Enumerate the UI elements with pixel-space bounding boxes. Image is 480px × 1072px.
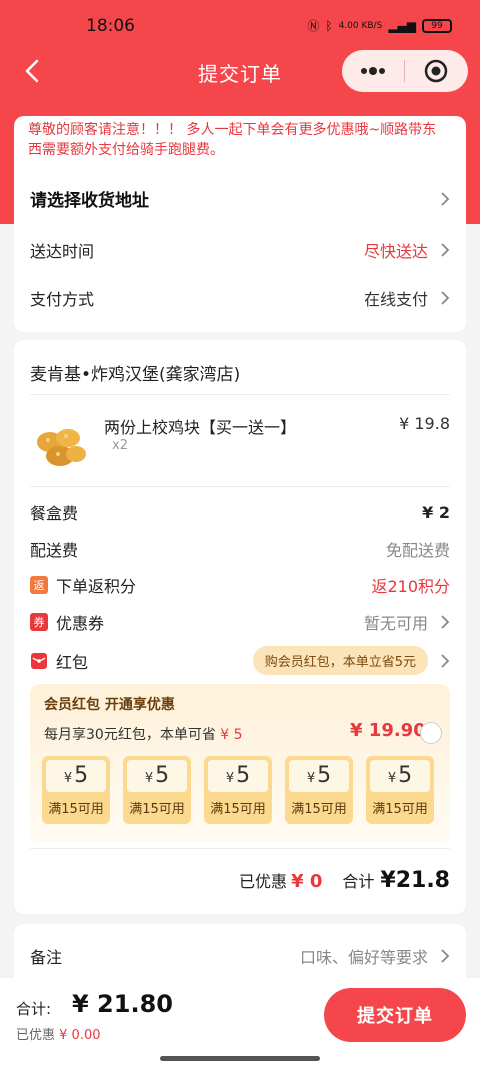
- item-name: 两份上校鸡块【买一送一】: [104, 418, 297, 437]
- delivery-fee-value: 免配送费: [385, 541, 450, 560]
- points-label: 下单返积分: [56, 577, 137, 596]
- coupon-amount: 5: [317, 763, 332, 788]
- divider: [30, 394, 450, 395]
- item-price: ¥ 19.8: [399, 414, 450, 433]
- submit-order-button[interactable]: 提交订单: [324, 988, 466, 1042]
- coupon-value: 暂无可用: [363, 614, 428, 633]
- chevron-right-icon: [441, 191, 450, 206]
- remark-placeholder: 口味、偏好等要求: [299, 948, 428, 967]
- member-subtitle: 每月享30元红包，本单可省 ¥ 5: [44, 724, 243, 744]
- address-label: 请选择收货地址: [30, 191, 149, 211]
- coupon-amount: 5: [74, 763, 89, 788]
- delivery-time-label: 送达时间: [30, 242, 95, 261]
- red-packet-icon: [31, 652, 47, 669]
- member-coupon: ¥5 满15可用: [204, 756, 272, 824]
- coupon-currency: ¥: [387, 771, 397, 786]
- chevron-right-icon: [441, 653, 450, 668]
- item-qty: x2: [112, 438, 128, 453]
- chevron-right-icon: [441, 243, 450, 257]
- notice-text: 尊敬的顾客请注意！！！ 多人一起下单会有更多优惠哦~顺路带东西需要额外支付给骑手…: [28, 122, 437, 158]
- payment-row[interactable]: 支付方式 在线支付: [30, 286, 450, 310]
- mini-program-capsule: [342, 50, 468, 92]
- chevron-right-icon: [441, 949, 450, 963]
- signal-icon: ▂▄▆: [388, 18, 416, 33]
- member-title: 会员红包 开通享优惠: [44, 697, 175, 713]
- coupon-amount: 5: [155, 763, 170, 788]
- coupon-condition: 满15可用: [48, 802, 104, 817]
- discount-label: 已优惠: [239, 872, 288, 891]
- delivery-fee-label: 配送费: [30, 541, 79, 560]
- total-value: ¥21.8: [380, 868, 450, 893]
- box-fee-row: 餐盒费 ¥ 2: [30, 500, 450, 524]
- bluetooth-icon: ᛒ: [325, 18, 333, 33]
- total-label: 合计: [342, 872, 375, 891]
- coupon-currency: ¥: [225, 771, 235, 786]
- order-summary: 已优惠 ¥ 0 合计 ¥21.8: [239, 868, 450, 893]
- remark-label: 备注: [30, 948, 63, 967]
- member-subtitle-text: 每月享30元红包，本单可省: [44, 727, 216, 743]
- chevron-right-icon: [441, 291, 450, 305]
- member-redpacket-box: 会员红包 开通享优惠 每月享30元红包，本单可省 ¥ 5 ¥ 19.90 ¥5 …: [30, 684, 450, 842]
- coupon-label: 优惠券: [56, 614, 105, 633]
- payment-value: 在线支付: [363, 290, 428, 309]
- coupon-condition: 满15可用: [210, 802, 266, 817]
- bottom-total-label: 合计:: [16, 1000, 52, 1018]
- bottom-bar: 合计: ¥ 21.80 已优惠 ¥ 0.00 提交订单: [0, 978, 480, 1072]
- coupon-currency: ¥: [63, 771, 73, 786]
- coupon-condition: 满15可用: [291, 802, 347, 817]
- delivery-time-row[interactable]: 送达时间 尽快送达: [30, 238, 450, 262]
- points-value: 返210积分: [371, 577, 450, 596]
- bottom-total-value: ¥ 21.80: [72, 990, 173, 1018]
- home-indicator[interactable]: [160, 1056, 320, 1061]
- bottom-discount: 已优惠 ¥ 0.00: [16, 1024, 101, 1043]
- member-coupon: ¥5 满15可用: [123, 756, 191, 824]
- discount-value: ¥ 0: [291, 871, 323, 892]
- net-speed: 4.00 KB/S: [338, 20, 383, 31]
- bottom-discount-label: 已优惠: [16, 1028, 56, 1043]
- redpacket-label: 红包: [56, 652, 89, 672]
- points-row: 返 下单返积分 返210积分: [30, 573, 450, 597]
- nav-bar: 提交订单: [0, 50, 480, 92]
- redpacket-promo-pill[interactable]: 购会员红包，本单立省5元: [252, 646, 428, 675]
- member-coupon: ¥5 满15可用: [42, 756, 110, 824]
- chicken-nuggets-image: [37, 429, 86, 466]
- status-bar: 18:06 Ⓝ ᛒ 4.00 KB/S ▂▄▆ 99: [0, 0, 480, 52]
- member-price: ¥ 19.90: [350, 720, 426, 741]
- redpacket-row[interactable]: 红包 购会员红包，本单立省5元: [30, 646, 450, 675]
- coupon-amount: 5: [236, 763, 251, 788]
- divider: [30, 486, 450, 487]
- member-coupon: ¥5 满15可用: [366, 756, 434, 824]
- delivery-fee-row: 配送费 免配送费: [30, 537, 450, 561]
- status-time: 18:06: [86, 16, 135, 36]
- member-select-radio[interactable]: [420, 722, 442, 744]
- more-icon[interactable]: [342, 66, 404, 76]
- box-fee-label: 餐盒费: [30, 504, 79, 523]
- coupon-condition: 满15可用: [129, 802, 185, 817]
- coupon-row[interactable]: 券 优惠券 暂无可用: [30, 610, 450, 634]
- order-card: 麦肯基•炸鸡汉堡(龚家湾店) 两份上校鸡块【买一送一】 x2 ¥ 19.8 餐盒…: [14, 340, 466, 914]
- bottom-discount-value: ¥ 0.00: [59, 1028, 101, 1043]
- coupon-icon: 券: [30, 613, 48, 631]
- coupon-currency: ¥: [144, 771, 154, 786]
- points-icon: 返: [30, 576, 48, 594]
- nfc-icon: Ⓝ: [307, 19, 320, 33]
- status-icons: Ⓝ ᛒ 4.00 KB/S ▂▄▆ 99: [307, 17, 452, 34]
- coupon-currency: ¥: [306, 771, 316, 786]
- delivery-time-value: 尽快送达: [363, 242, 428, 261]
- member-coupon: ¥5 满15可用: [285, 756, 353, 824]
- store-name: 麦肯基•炸鸡汉堡(龚家湾店): [30, 365, 241, 385]
- member-save-amount: ¥ 5: [220, 727, 243, 743]
- remark-row[interactable]: 备注 口味、偏好等要求: [30, 944, 450, 968]
- address-card: 尊敬的顾客请注意！！！ 多人一起下单会有更多优惠哦~顺路带东西需要额外支付给骑手…: [14, 116, 466, 332]
- battery-icon: 99: [422, 18, 452, 33]
- address-row[interactable]: 请选择收货地址: [30, 186, 450, 211]
- chevron-right-icon: [441, 615, 450, 629]
- box-fee-value: ¥ 2: [422, 502, 450, 522]
- divider: [30, 848, 450, 849]
- close-target-icon[interactable]: [405, 58, 467, 84]
- coupon-condition: 满15可用: [372, 802, 428, 817]
- coupon-amount: 5: [398, 763, 413, 788]
- payment-label: 支付方式: [30, 290, 95, 309]
